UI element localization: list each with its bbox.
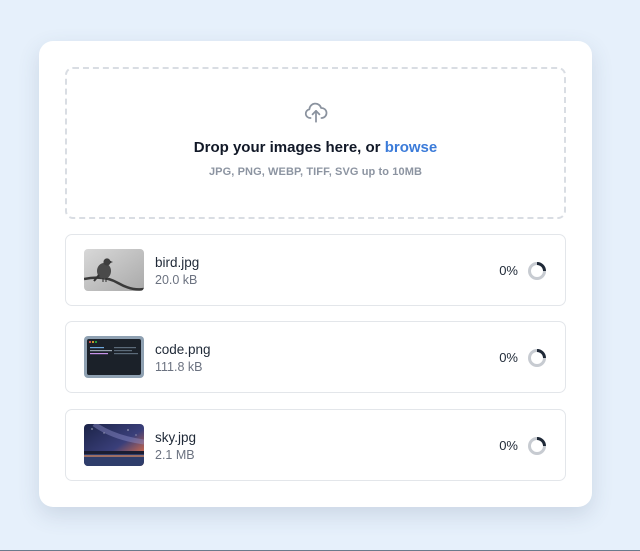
- file-name: bird.jpg: [155, 255, 200, 270]
- loading-spinner-icon: [528, 262, 546, 280]
- progress-label: 0%: [499, 350, 518, 365]
- loading-spinner-icon: [528, 437, 546, 455]
- file-size: 2.1 MB: [155, 448, 195, 462]
- file-name: sky.jpg: [155, 430, 197, 445]
- progress-label: 0%: [499, 438, 518, 453]
- file-thumbnail: [84, 249, 144, 291]
- browse-link[interactable]: browse: [385, 139, 438, 156]
- file-name: code.png: [155, 342, 211, 357]
- dropzone-title-text: Drop your images here, or: [193, 139, 385, 156]
- file-row: sky.jpg 2.1 MB 0%: [65, 409, 566, 481]
- file-thumbnail: [84, 424, 144, 466]
- file-row: code.png 111.8 kB 0%: [65, 321, 566, 393]
- progress-label: 0%: [499, 263, 518, 278]
- file-thumbnail: [84, 336, 144, 378]
- dropzone-hint: JPG, PNG, WEBP, TIFF, SVG up to 10MB: [208, 166, 423, 178]
- cloud-upload-icon: [304, 102, 327, 123]
- file-size: 20.0 kB: [155, 273, 198, 287]
- file-size: 111.8 kB: [155, 360, 203, 374]
- loading-spinner-icon: [528, 349, 546, 367]
- upload-card: Drop your images here, or browse JPG, PN…: [39, 41, 592, 507]
- dropzone[interactable]: Drop your images here, or browse JPG, PN…: [65, 67, 566, 219]
- dropzone-title: Drop your images here, or browse: [194, 139, 437, 156]
- file-row: bird.jpg 20.0 kB 0%: [65, 234, 566, 306]
